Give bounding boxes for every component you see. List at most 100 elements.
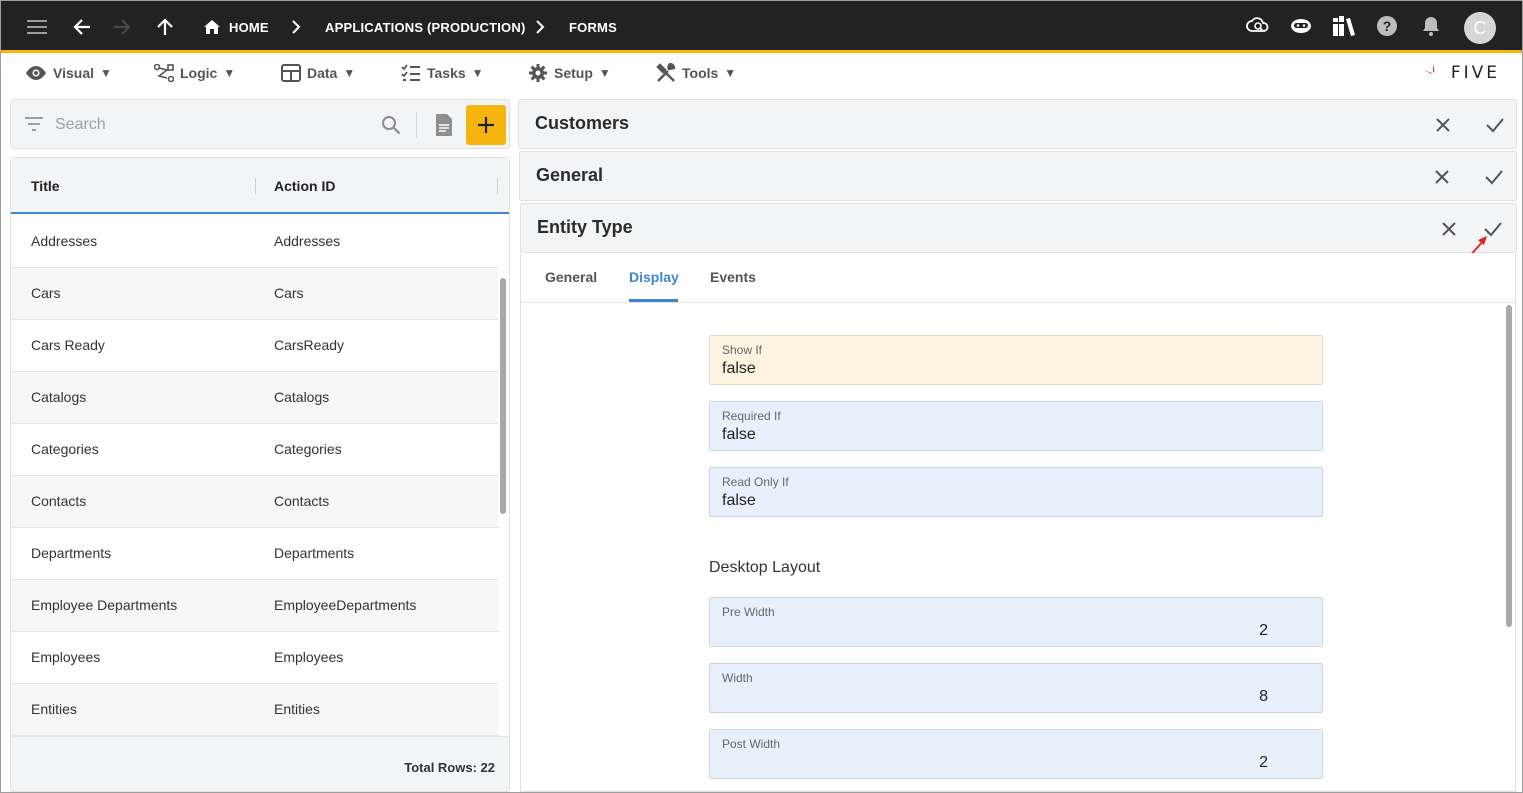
- menu-tools[interactable]: Tools ▼: [656, 62, 736, 84]
- search-icon[interactable]: [381, 115, 401, 135]
- checklist-icon: [401, 64, 420, 81]
- cell-action-id: EmployeeDepartments: [274, 597, 417, 613]
- avatar[interactable]: C: [1464, 12, 1496, 44]
- help-icon[interactable]: ?: [1374, 13, 1400, 39]
- avatar-letter: C: [1473, 17, 1487, 38]
- panel-title: General: [536, 165, 604, 185]
- breadcrumb-forms[interactable]: FORMS: [569, 1, 617, 53]
- home-icon: [204, 20, 220, 34]
- field-label: Required If: [722, 409, 781, 423]
- panel-general: General: [519, 151, 1517, 201]
- svg-text:?: ?: [1383, 18, 1392, 34]
- document-icon[interactable]: [434, 113, 454, 137]
- table-row[interactable]: Departments Departments: [11, 528, 498, 580]
- menu-label: Data: [307, 65, 338, 81]
- table-row[interactable]: Addresses Addresses: [11, 216, 498, 268]
- field-label: Read Only If: [722, 475, 789, 489]
- cell-action-id: Entities: [274, 701, 320, 717]
- required-if-field[interactable]: Required If false: [709, 401, 1323, 451]
- cell-title: Addresses: [31, 233, 98, 249]
- cell-title: Departments: [31, 545, 112, 561]
- field-label: Post Width: [722, 737, 781, 751]
- table-row[interactable]: Cars Ready CarsReady: [11, 320, 498, 372]
- tab-display[interactable]: Display: [629, 269, 679, 285]
- field-value: false: [722, 360, 756, 377]
- column-divider[interactable]: [255, 178, 256, 194]
- filter-icon[interactable]: [25, 117, 43, 131]
- library-icon[interactable]: [1331, 13, 1357, 39]
- five-logo: FIVE: [1421, 60, 1500, 86]
- five-logo-text: FIVE: [1450, 63, 1500, 83]
- width-field[interactable]: Width 8: [709, 663, 1323, 713]
- breadcrumb-label: HOME: [229, 19, 269, 35]
- top-app-bar: HOME APPLICATIONS (PRODUCTION) FORMS ? C: [1, 1, 1522, 53]
- breadcrumb-applications[interactable]: APPLICATIONS (PRODUCTION): [325, 1, 525, 53]
- menu-tasks[interactable]: Tasks ▼: [401, 62, 484, 84]
- show-if-field[interactable]: Show If false: [709, 335, 1323, 385]
- cell-title: Categories: [31, 441, 99, 457]
- table-row[interactable]: Employees Employees: [11, 632, 498, 684]
- column-header-action-id[interactable]: Action ID: [274, 178, 335, 194]
- field-value: false: [722, 492, 756, 509]
- menu-label: Tasks: [427, 65, 466, 81]
- gear-icon: [529, 64, 547, 82]
- forms-table: Title Action ID Addresses Addresses Cars C…: [10, 157, 510, 792]
- cell-action-id: Cars: [274, 285, 304, 301]
- menu-setup[interactable]: Setup ▼: [528, 62, 611, 84]
- eye-icon: [26, 66, 46, 80]
- caret-down-icon: ▼: [724, 66, 737, 80]
- menu-visual[interactable]: Visual ▼: [25, 62, 112, 84]
- check-icon[interactable]: [1483, 113, 1507, 137]
- caret-down-icon: ▼: [343, 66, 356, 80]
- field-value: 8: [1259, 688, 1268, 705]
- close-icon[interactable]: [1437, 217, 1461, 241]
- table-footer: Total Rows: 22: [11, 736, 509, 791]
- close-icon[interactable]: [1431, 113, 1455, 137]
- caret-down-icon: ▼: [598, 66, 611, 80]
- menu-data[interactable]: Data ▼: [281, 62, 355, 84]
- field-label: Pre Width: [722, 605, 775, 619]
- breadcrumb-home[interactable]: HOME: [203, 1, 269, 53]
- pre-width-field[interactable]: Pre Width 2: [709, 597, 1323, 647]
- table-row[interactable]: Categories Categories: [11, 424, 498, 476]
- table-row[interactable]: Catalogs Catalogs: [11, 372, 498, 424]
- table-row[interactable]: Cars Cars: [11, 268, 498, 320]
- logic-flow-icon: [154, 64, 174, 82]
- menu-logic[interactable]: Logic ▼: [154, 62, 235, 84]
- add-button[interactable]: [466, 105, 506, 145]
- check-icon[interactable]: [1482, 165, 1506, 189]
- cell-action-id: Departments: [274, 545, 355, 561]
- panel-customers: Customers: [518, 99, 1517, 149]
- back-arrow-icon[interactable]: [68, 13, 96, 41]
- tab-events[interactable]: Events: [710, 269, 756, 285]
- up-arrow-icon[interactable]: [151, 13, 179, 41]
- menu-label: Logic: [180, 65, 218, 81]
- forms-list-panel: Title Action ID AddressesAddresses CarsC…: [10, 99, 510, 792]
- plus-icon: [478, 117, 494, 133]
- cloud-search-icon[interactable]: [1245, 13, 1271, 39]
- caret-down-icon: ▼: [471, 66, 484, 80]
- search-input[interactable]: [55, 112, 375, 138]
- field-value: 2: [1259, 622, 1268, 639]
- table-scrollbar[interactable]: [500, 278, 506, 514]
- column-header-title[interactable]: Title: [31, 178, 60, 194]
- table-row[interactable]: Entities Entities: [11, 684, 498, 736]
- entity-type-form: General Display Events Show If false Req…: [520, 253, 1516, 792]
- cell-title: Cars Ready: [31, 337, 105, 353]
- breadcrumb-label: FORMS: [569, 19, 617, 35]
- caret-down-icon: ▼: [100, 66, 112, 80]
- menu-icon[interactable]: [23, 13, 51, 41]
- table-row[interactable]: Employee Departments EmployeeDepartments: [11, 580, 498, 632]
- cell-title: Employees: [31, 649, 101, 665]
- post-width-field[interactable]: Post Width 2: [709, 729, 1323, 779]
- menu-label: Setup: [554, 65, 593, 81]
- table-row[interactable]: Contacts Contacts: [11, 476, 498, 528]
- read-only-if-field[interactable]: Read Only If false: [709, 467, 1323, 517]
- column-divider[interactable]: [497, 178, 498, 194]
- tab-general[interactable]: General: [545, 269, 597, 285]
- form-scrollbar[interactable]: [1506, 305, 1512, 627]
- chatbot-icon[interactable]: [1288, 13, 1314, 39]
- active-tab-indicator: [629, 299, 678, 302]
- close-icon[interactable]: [1430, 165, 1454, 189]
- bell-icon[interactable]: [1418, 13, 1444, 39]
